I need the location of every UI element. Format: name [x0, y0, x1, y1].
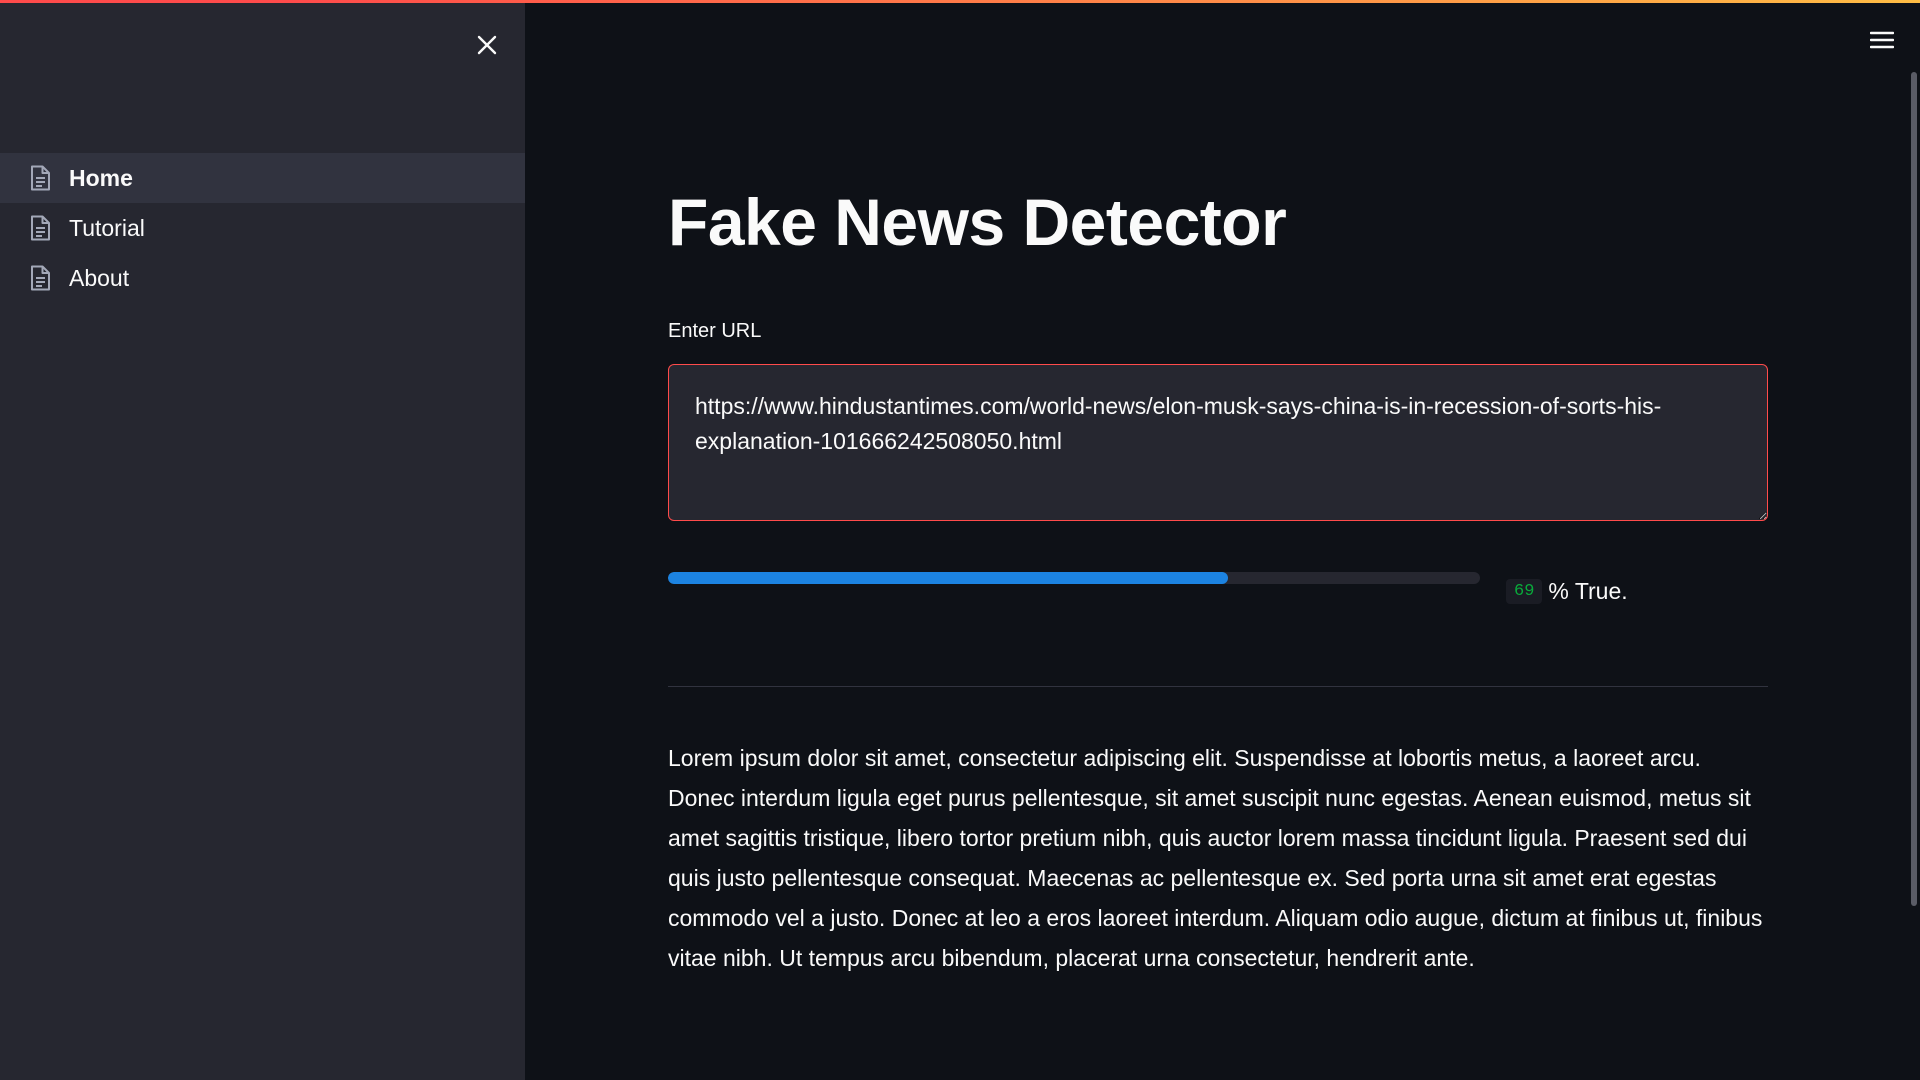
document-icon — [29, 265, 51, 291]
sidebar-item-tutorial[interactable]: Tutorial — [0, 203, 525, 253]
close-sidebar-button[interactable] — [468, 26, 506, 64]
document-icon — [29, 215, 51, 241]
url-input-label: Enter URL — [668, 320, 762, 342]
vertical-scrollbar[interactable] — [1911, 72, 1917, 906]
truth-progress-fill — [668, 572, 1229, 584]
truth-result-suffix: % True. — [1548, 578, 1628, 604]
top-decoration-stripe — [0, 0, 1920, 3]
section-divider — [668, 686, 1768, 687]
main-menu-button[interactable] — [1866, 24, 1898, 56]
hamburger-menu-icon — [1870, 31, 1894, 49]
truth-progress-bar — [668, 572, 1480, 584]
url-input[interactable] — [668, 364, 1768, 521]
body-paragraph: Lorem ipsum dolor sit amet, consectetur … — [668, 745, 1763, 971]
sidebar-nav: Home Tutorial About — [0, 153, 525, 303]
sidebar-item-label: Tutorial — [69, 214, 145, 241]
sidebar-item-label: Home — [69, 164, 133, 191]
sidebar: Home Tutorial About — [0, 0, 525, 1080]
page-title: Fake News Detector — [668, 185, 1287, 259]
sidebar-item-label: About — [69, 264, 130, 291]
sidebar-item-home[interactable]: Home — [0, 153, 525, 203]
truth-percent-value: 69 — [1506, 579, 1543, 604]
truth-result: 69 % True. — [1506, 578, 1628, 605]
close-icon — [477, 35, 497, 55]
document-icon — [29, 165, 51, 191]
sidebar-item-about[interactable]: About — [0, 253, 525, 303]
